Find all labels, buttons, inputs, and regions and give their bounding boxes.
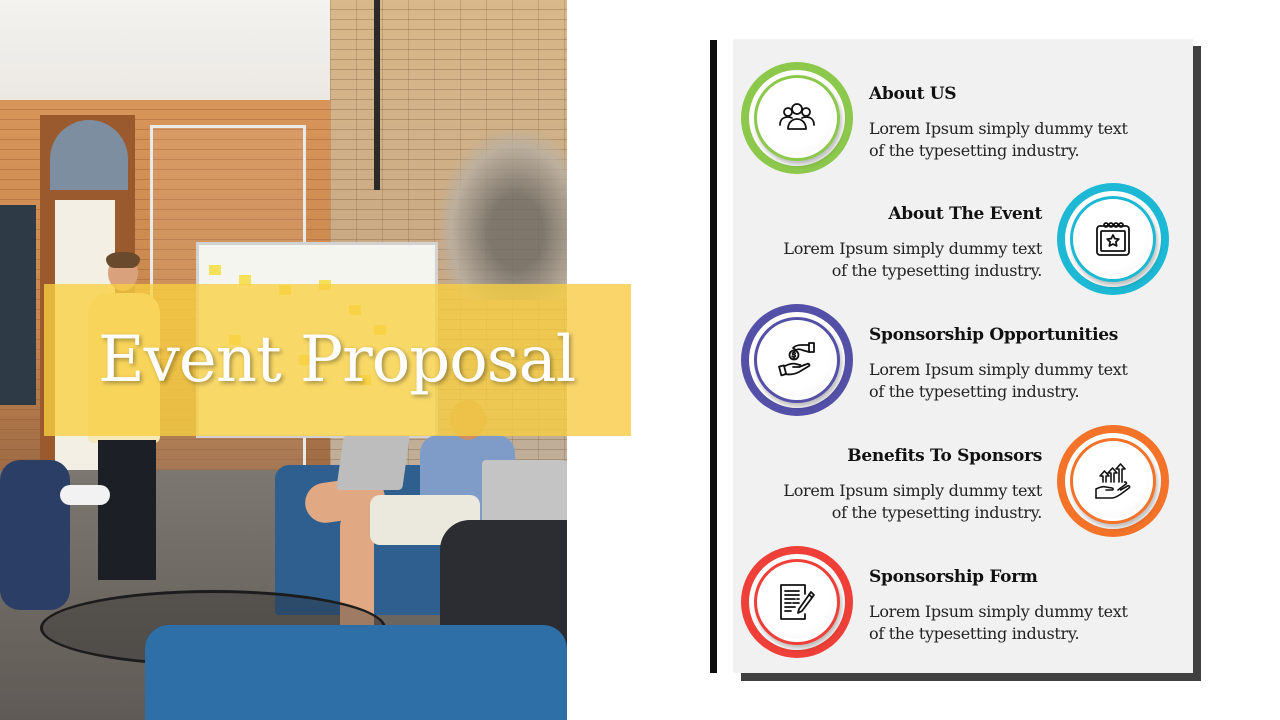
about-us-description-line2: of the typesetting industry.	[869, 141, 1080, 160]
sponsorship-opportunities-badge	[741, 304, 853, 416]
people-group-icon	[779, 103, 815, 130]
hand-giving-money-icon	[778, 342, 815, 377]
photo-transom-window	[50, 120, 128, 190]
sponsorship-opportunities-description-line1: Lorem Ipsum simply dummy text	[869, 360, 1128, 379]
about-us-description: Lorem Ipsum simply dummy text of the typ…	[869, 118, 1169, 162]
about-us-description-line1: Lorem Ipsum simply dummy text	[869, 119, 1128, 138]
photo-poster	[0, 205, 36, 405]
about-us-badge	[741, 62, 853, 174]
benefits-badge	[1057, 425, 1169, 537]
sponsorship-opportunities-title: Sponsorship Opportunities	[869, 325, 1119, 345]
calendar-star-icon	[1096, 222, 1130, 256]
benefits-description-line1: Lorem Ipsum simply dummy text	[783, 481, 1042, 500]
photo-front-sofa	[145, 625, 567, 720]
sponsorship-form-description-line2: of the typesetting industry.	[869, 624, 1080, 643]
sponsorship-form-description-line1: Lorem Ipsum simply dummy text	[869, 602, 1128, 621]
document-pen-icon	[780, 584, 815, 620]
sponsorship-opportunities-description-line2: of the typesetting industry.	[869, 382, 1080, 401]
about-event-description-line2: of the typesetting industry.	[831, 261, 1043, 280]
photo-wall-texture	[440, 130, 567, 300]
hand-growth-arrows-icon	[1095, 463, 1131, 499]
about-us-title: About US	[869, 84, 957, 104]
about-event-title: About The Event	[888, 204, 1042, 224]
title-banner-tab	[567, 284, 631, 436]
panel-accent-bar	[710, 40, 717, 673]
sponsorship-opportunities-description: Lorem Ipsum simply dummy text of the typ…	[869, 359, 1169, 403]
photo-laptop	[482, 460, 567, 524]
sponsorship-form-badge	[741, 546, 853, 658]
about-event-description-line1: Lorem Ipsum simply dummy text	[783, 239, 1042, 258]
benefits-title: Benefits To Sponsors	[847, 446, 1042, 466]
sponsorship-form-title: Sponsorship Form	[869, 567, 1038, 587]
about-event-badge	[1057, 183, 1169, 295]
sponsorship-form-description: Lorem Ipsum simply dummy text of the typ…	[869, 601, 1169, 645]
slide-title: Event Proposal	[98, 323, 576, 397]
benefits-description-line2: of the typesetting industry.	[831, 503, 1043, 522]
photo-laptop	[336, 435, 410, 490]
about-event-description: Lorem Ipsum simply dummy text of the typ…	[742, 238, 1042, 282]
photo-pipe	[374, 0, 380, 190]
benefits-description: Lorem Ipsum simply dummy text of the typ…	[742, 480, 1042, 524]
